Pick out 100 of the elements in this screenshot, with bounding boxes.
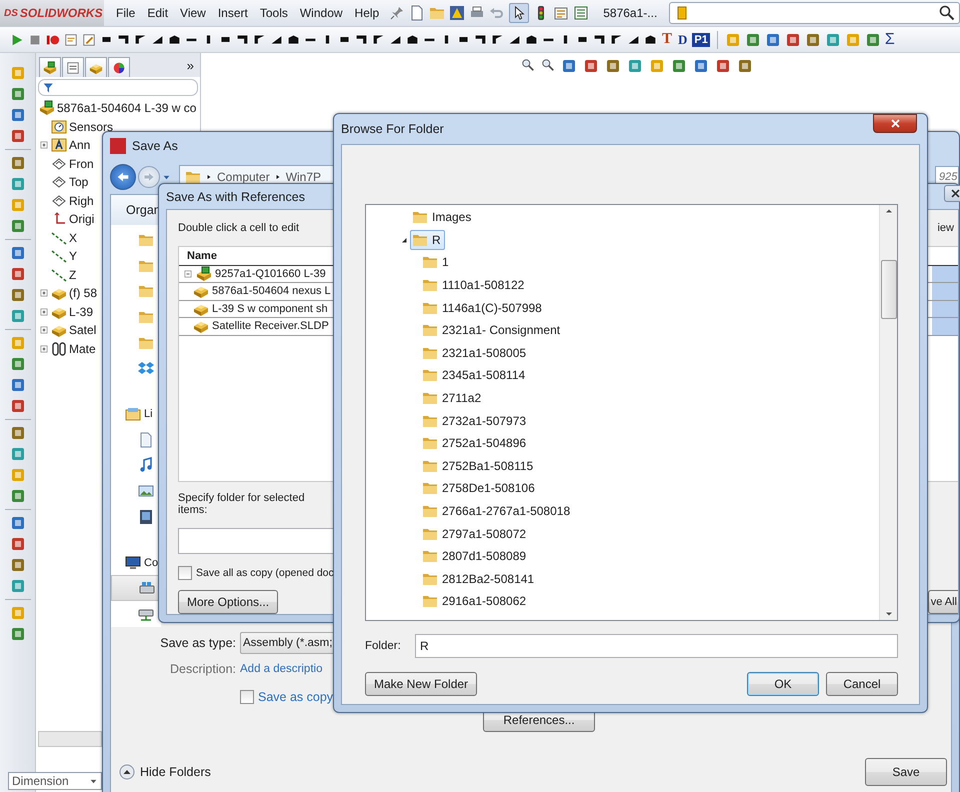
expand-icon[interactable] (38, 325, 48, 336)
folder-item[interactable]: 2752a1-504896 (420, 433, 530, 454)
checkbox-label[interactable]: Save as copy (258, 690, 334, 704)
sum-symbol[interactable]: Σ (884, 30, 895, 48)
description-link[interactable]: Add a descriptio (240, 663, 322, 675)
tool-icon[interactable] (134, 33, 147, 46)
table-cell[interactable] (932, 300, 958, 318)
tree-item[interactable]: Origi (69, 212, 94, 226)
menu-item[interactable]: Help (348, 6, 386, 20)
tree-item[interactable]: X (69, 230, 78, 245)
folder-item[interactable]: 2345a1-508114 (420, 365, 530, 386)
tool-icon[interactable] (355, 33, 368, 46)
breadcrumb-item[interactable]: Computer (217, 170, 270, 184)
stop-icon[interactable] (28, 32, 42, 46)
tree-item[interactable]: Top (69, 175, 88, 190)
folder-item[interactable]: 1146a1(C)-507998 (420, 298, 546, 318)
notes-icon[interactable] (64, 32, 78, 46)
table-cell[interactable]: 5876a1-504604 nexus L (212, 285, 331, 298)
folder-item[interactable]: 2797a1-508072 (420, 524, 530, 544)
pin-icon[interactable] (389, 5, 406, 21)
navigation-item[interactable]: Co (111, 550, 161, 576)
tree-item[interactable]: Fron (69, 156, 94, 171)
tree-item[interactable]: Z (69, 268, 76, 282)
scroll-thumb[interactable] (880, 260, 896, 319)
tree-item[interactable]: Mate (69, 342, 96, 356)
folder-item[interactable]: 2752Ba1-508115 (420, 456, 538, 476)
checkbox[interactable] (240, 690, 254, 704)
record-icon[interactable] (46, 32, 60, 46)
make-new-folder-button[interactable]: Make New Folder (365, 672, 478, 696)
tool-icon[interactable] (491, 33, 504, 46)
zoom-icon[interactable] (521, 58, 535, 72)
menu-item[interactable]: View (174, 6, 212, 20)
panel-tab[interactable] (62, 57, 84, 77)
tool-icon[interactable] (253, 33, 266, 46)
folder-item[interactable]: R (410, 230, 445, 250)
tree-item[interactable]: 5876a1-504604 L-39 w co (36, 99, 200, 118)
list-icon[interactable] (573, 5, 590, 21)
save-all-button[interactable]: ve All (928, 590, 958, 614)
more-options-button[interactable]: More Options... (178, 590, 278, 614)
navigation-item[interactable]: Li (111, 401, 161, 427)
folder-item[interactable]: 2807d1-508089 (420, 546, 530, 566)
select-button[interactable] (509, 3, 530, 23)
ok-button[interactable]: OK (747, 672, 819, 696)
checkbox[interactable] (178, 566, 192, 580)
collapse-circle-icon[interactable] (119, 764, 135, 780)
column-header[interactable]: Name (187, 250, 217, 262)
tool-icon[interactable] (372, 33, 385, 46)
save-button[interactable]: Save (865, 758, 947, 786)
tree-item[interactable]: Sensors (69, 120, 114, 134)
navigation-item[interactable] (111, 575, 161, 602)
tool-icon[interactable] (474, 33, 487, 46)
expand-icon[interactable] (38, 288, 48, 298)
panel-tab[interactable] (39, 57, 61, 77)
table-cell[interactable] (932, 266, 958, 282)
tree-item[interactable]: Righ (69, 194, 94, 208)
tool-icon[interactable] (168, 33, 181, 46)
breadcrumb-item[interactable]: Win7P (286, 170, 322, 184)
folder-item[interactable]: 2321a1- Consignment (420, 320, 564, 340)
folder-item[interactable]: 1 (420, 252, 453, 272)
collapse-icon[interactable] (183, 268, 193, 279)
zoom-icon[interactable] (541, 58, 555, 72)
search-field[interactable] (669, 2, 960, 24)
menu-item[interactable]: Edit (141, 6, 174, 20)
file-type-dropdown[interactable]: Assembly (*.asm; (240, 632, 334, 654)
folder-item[interactable]: 2321a1-508005 (420, 342, 530, 363)
folder-item[interactable]: 2758De1-508106 (420, 478, 539, 498)
menu-item[interactable]: Window (294, 6, 349, 20)
folder-item[interactable]: 2711a2 (420, 388, 486, 408)
tool-icon[interactable] (287, 33, 300, 46)
scrollbar[interactable] (38, 731, 102, 747)
options-icon[interactable] (553, 5, 570, 21)
cancel-button[interactable]: Cancel (826, 672, 898, 696)
command-letter[interactable]: P1 (692, 32, 710, 46)
tool-icon[interactable] (117, 33, 130, 46)
hide-folders-button[interactable]: Hide Folders (140, 765, 211, 779)
table-cell[interactable]: 9257a1-Q101660 L-39 (215, 268, 326, 280)
warning-icon[interactable] (449, 5, 466, 21)
menu-item[interactable]: Insert (212, 6, 254, 20)
filter-field[interactable] (38, 79, 198, 96)
table-cell[interactable] (932, 283, 958, 300)
menu-item[interactable]: Tools (254, 6, 294, 20)
tool-icon[interactable] (406, 33, 419, 46)
collapse-arrow-icon[interactable] (400, 236, 408, 244)
new-document-icon[interactable] (409, 5, 426, 21)
scrollbar[interactable] (879, 205, 897, 620)
table-cell[interactable]: Satellite Receiver.SLDP (212, 320, 329, 332)
panel-tab[interactable] (85, 57, 107, 77)
checkbox-label[interactable]: Save all as copy (opened doc (196, 567, 334, 579)
menu-item[interactable]: File (110, 6, 142, 20)
expand-icon[interactable] (38, 344, 48, 354)
folder-field[interactable]: R (415, 634, 898, 658)
preview-button[interactable]: iew (937, 222, 958, 234)
command-letter[interactable]: T (661, 31, 674, 48)
folder-item[interactable]: Images (410, 207, 476, 228)
expand-icon[interactable] (38, 140, 48, 150)
close-button[interactable] (873, 114, 917, 133)
expand-panel-button[interactable]: » (186, 58, 194, 72)
tree-item[interactable]: (f) 58 (69, 286, 98, 300)
tool-icon[interactable] (644, 33, 657, 46)
folder-item[interactable]: 2732a1-507973 (420, 410, 530, 431)
